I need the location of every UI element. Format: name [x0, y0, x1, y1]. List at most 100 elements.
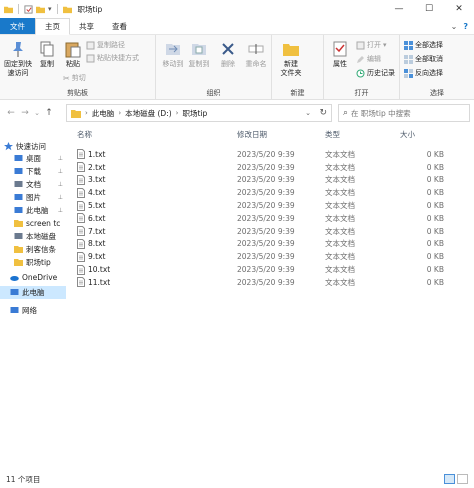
text-file-icon — [77, 226, 85, 237]
qa-dropdown-icon[interactable]: ▾ — [48, 5, 52, 13]
file-row[interactable]: 9.txt 2023/5/20 9:39 文本文档 0 KB — [72, 250, 452, 263]
nav-item[interactable]: 此电脑 — [0, 286, 66, 299]
column-header-size[interactable]: 大小 — [400, 126, 415, 142]
nav-item[interactable]: 图片 ⊥ — [0, 191, 66, 204]
address-bar[interactable]: › 此电脑 › 本地磁盘 (D:) › 职场tip ⌄ ↻ — [66, 104, 332, 122]
select-all-button[interactable]: 全部选择 — [404, 40, 443, 50]
new-folder-icon[interactable] — [36, 5, 45, 14]
delete-label: 删除 — [221, 60, 235, 68]
breadcrumb-current-folder[interactable]: 职场tip — [182, 108, 207, 119]
computer-icon — [10, 289, 19, 295]
file-row[interactable]: 11.txt 2023/5/20 9:39 文本文档 0 KB — [72, 276, 452, 289]
nav-item[interactable]: 职场tip — [0, 256, 66, 269]
tab-file[interactable]: 文件 — [0, 18, 35, 34]
file-row[interactable]: 1.txt 2023/5/20 9:39 文本文档 0 KB — [72, 148, 452, 161]
file-date: 2023/5/20 9:39 — [237, 162, 295, 172]
nav-item[interactable]: 此电脑 ⊥ — [0, 204, 66, 217]
file-name: 2.txt — [88, 162, 106, 172]
properties-button[interactable]: 属性 — [328, 40, 352, 69]
address-dropdown-icon[interactable]: ⌄ — [305, 109, 311, 117]
pin-icon: ⊥ — [57, 155, 63, 162]
copy-to-button[interactable]: 复制到 — [186, 40, 212, 69]
forward-button[interactable]: → — [18, 108, 32, 118]
divider — [18, 4, 19, 14]
column-header-type[interactable]: 类型 — [325, 126, 340, 142]
tab-view[interactable]: 查看 — [103, 18, 136, 34]
copy-to-icon — [192, 44, 206, 55]
tab-home[interactable]: 主页 — [35, 18, 70, 35]
close-button[interactable]: ✕ — [444, 0, 474, 18]
pin-icon: ⊥ — [57, 207, 63, 214]
nav-item[interactable]: 刺客信条 — [0, 243, 66, 256]
delete-button[interactable]: 删除 — [216, 40, 240, 69]
nav-item[interactable]: 下载 ⊥ — [0, 165, 66, 178]
window-controls: — ☐ ✕ — [384, 0, 474, 18]
rename-button[interactable]: 重命名 — [242, 40, 270, 69]
recent-locations-button[interactable]: ⌄ — [32, 109, 42, 117]
file-row[interactable]: 2.txt 2023/5/20 9:39 文本文档 0 KB — [72, 161, 452, 174]
nav-item[interactable]: 网络 — [0, 304, 66, 317]
file-name-cell: 7.txt — [77, 226, 106, 237]
invert-selection-button[interactable]: 反向选择 — [404, 68, 443, 78]
file-type: 文本文档 — [325, 226, 355, 236]
nav-item[interactable]: 本地磁盘 — [0, 230, 66, 243]
desktop-icon — [14, 155, 23, 161]
nav-item-label: 桌面 — [26, 154, 41, 163]
file-name-cell: 9.txt — [77, 251, 105, 262]
breadcrumb-local-disk[interactable]: 本地磁盘 (D:) — [125, 108, 172, 119]
nav-item-label: 网络 — [22, 306, 37, 315]
maximize-button[interactable]: ☐ — [414, 0, 444, 18]
file-type: 文本文档 — [325, 213, 355, 223]
file-name-cell: 1.txt — [77, 149, 105, 160]
file-row[interactable]: 8.txt 2023/5/20 9:39 文本文档 0 KB — [72, 238, 452, 251]
nav-item[interactable]: 文档 ⊥ — [0, 178, 66, 191]
edit-button[interactable]: 编辑 — [356, 54, 381, 64]
open-button[interactable]: 打开 ▾ — [356, 40, 387, 50]
pin-icon: ⊥ — [57, 194, 63, 201]
file-row[interactable]: 3.txt 2023/5/20 9:39 文本文档 0 KB — [72, 174, 452, 187]
refresh-icon[interactable]: ↻ — [319, 108, 327, 118]
file-name: 7.txt — [88, 226, 106, 236]
history-button[interactable]: 历史记录 — [356, 68, 395, 78]
new-folder-button[interactable]: 新建 文件夹 — [276, 40, 306, 78]
help-icon[interactable]: ? — [463, 22, 468, 31]
file-name-cell: 11.txt — [77, 277, 110, 288]
collapse-ribbon-icon[interactable]: ⌄ — [451, 22, 458, 31]
file-row[interactable]: 5.txt 2023/5/20 9:39 文本文档 0 KB — [72, 199, 452, 212]
large-icons-view-icon[interactable] — [457, 474, 468, 484]
file-row[interactable]: 6.txt 2023/5/20 9:39 文本文档 0 KB — [72, 212, 452, 225]
move-to-button[interactable]: 移动到 — [160, 40, 186, 69]
copy-path-button[interactable]: 复制路径 — [86, 40, 125, 50]
breadcrumb-this-pc[interactable]: 此电脑 — [92, 108, 115, 119]
column-header-date[interactable]: 修改日期 — [237, 126, 267, 142]
copy-button[interactable]: 复制 — [36, 40, 58, 69]
cut-button[interactable]: ✂ 剪切 — [63, 73, 86, 83]
file-row[interactable]: 10.txt 2023/5/20 9:39 文本文档 0 KB — [72, 263, 452, 276]
pin-quick-access-button[interactable]: 固定到快 速访问 — [2, 40, 34, 78]
move-to-icon — [166, 44, 180, 55]
nav-item[interactable]: 桌面 ⊥ — [0, 152, 66, 165]
details-view-icon[interactable] — [444, 474, 455, 484]
file-size: 0 KB — [426, 175, 444, 185]
file-row[interactable]: 4.txt 2023/5/20 9:39 文本文档 0 KB — [72, 186, 452, 199]
nav-item-label: 下载 — [26, 167, 41, 176]
file-name-cell: 4.txt — [77, 187, 105, 198]
tab-share[interactable]: 共享 — [70, 18, 103, 34]
up-button[interactable]: ↑ — [42, 108, 56, 118]
minimize-button[interactable]: — — [384, 0, 414, 18]
copy-icon — [40, 41, 54, 57]
file-date: 2023/5/20 9:39 — [237, 149, 295, 159]
column-header-name[interactable]: 名称 — [77, 126, 92, 142]
select-none-button[interactable]: 全部取消 — [404, 54, 443, 64]
properties-icon[interactable] — [24, 4, 33, 14]
nav-item[interactable]: screen tc — [0, 217, 66, 230]
file-row[interactable]: 7.txt 2023/5/20 9:39 文本文档 0 KB — [72, 225, 452, 238]
pin-icon — [13, 42, 23, 57]
search-box[interactable]: ⌕ 在 职场tip 中搜索 — [338, 104, 470, 122]
paste-shortcut-button[interactable]: 粘贴快捷方式 — [86, 53, 139, 63]
nav-item[interactable]: OneDrive — [0, 271, 66, 284]
pin-icon: ⊥ — [57, 168, 63, 175]
nav-item-label: 本地磁盘 — [26, 232, 56, 241]
back-button[interactable]: ← — [4, 108, 18, 118]
paste-button[interactable]: 粘贴 — [62, 40, 84, 69]
